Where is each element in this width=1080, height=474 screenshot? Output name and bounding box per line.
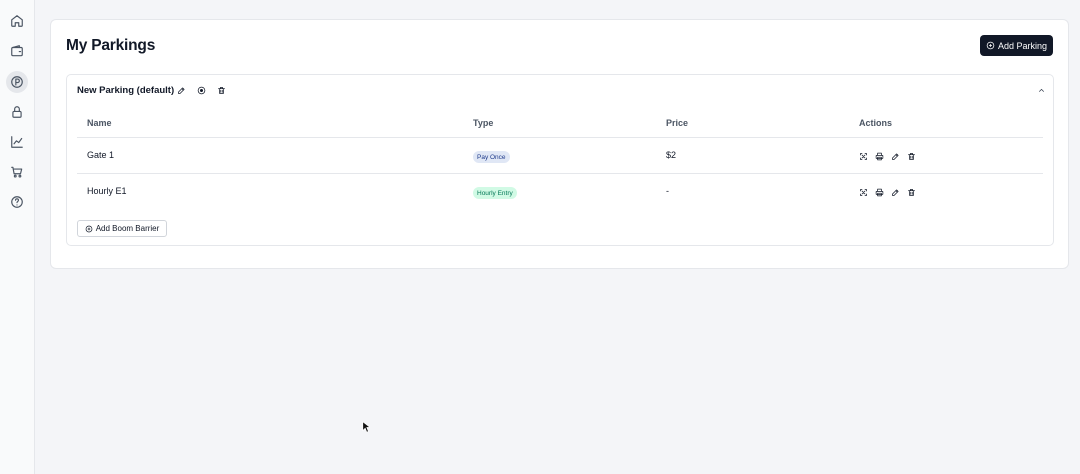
scan-button[interactable] xyxy=(858,187,869,198)
sidebar-item-analytics[interactable] xyxy=(6,131,28,153)
trash-icon xyxy=(908,189,915,196)
add-parking-label: Add Parking xyxy=(997,40,1048,51)
type-badge: Pay Once xyxy=(473,151,510,163)
cart-icon xyxy=(11,166,23,178)
parking-icon xyxy=(11,76,23,88)
parkings-card: My Parkings Add Parking New Parking (def… xyxy=(50,19,1069,269)
scan-icon xyxy=(860,153,867,160)
delete-parking-button[interactable] xyxy=(215,84,227,96)
edit-icon xyxy=(177,87,184,94)
scan-button[interactable] xyxy=(858,151,869,162)
add-parking-button[interactable]: Add Parking xyxy=(980,35,1053,56)
sidebar xyxy=(0,0,35,474)
row-price: $2 xyxy=(666,150,677,160)
print-icon xyxy=(875,188,884,197)
home-icon xyxy=(11,15,23,27)
edit-button[interactable] xyxy=(890,187,901,198)
trash-icon xyxy=(217,86,225,94)
parking-name: New Parking (default) xyxy=(77,85,175,96)
edit-icon xyxy=(892,189,899,196)
column-header-actions: Actions xyxy=(859,118,893,128)
mouse-cursor-icon xyxy=(362,421,370,433)
sidebar-item-lock[interactable] xyxy=(6,101,28,123)
plus-circle-icon xyxy=(986,41,995,50)
trash-icon xyxy=(908,153,915,160)
target-icon xyxy=(197,86,205,94)
type-badge: Hourly Entry xyxy=(473,187,517,199)
sidebar-item-cart[interactable] xyxy=(6,161,28,183)
row-name: Gate 1 xyxy=(87,150,115,160)
row-price: - xyxy=(666,186,669,196)
sidebar-item-parking[interactable] xyxy=(6,71,28,93)
print-button[interactable] xyxy=(874,187,885,198)
divider xyxy=(77,137,1043,138)
add-boom-barrier-button[interactable]: Add Boom Barrier xyxy=(77,220,167,237)
row-name: Hourly E1 xyxy=(87,186,127,196)
wallet-icon xyxy=(11,45,23,57)
delete-button[interactable] xyxy=(906,187,917,198)
column-header-price: Price xyxy=(666,118,689,128)
page-title: My Parkings xyxy=(66,37,156,54)
print-button[interactable] xyxy=(874,151,885,162)
sidebar-item-help[interactable] xyxy=(6,191,28,213)
chart-icon xyxy=(11,136,23,148)
divider xyxy=(77,173,1043,174)
add-boom-barrier-label: Add Boom Barrier xyxy=(95,224,160,233)
print-icon xyxy=(875,152,884,161)
column-header-name: Name xyxy=(87,118,112,128)
collapse-button[interactable] xyxy=(1035,84,1047,96)
scan-icon xyxy=(860,189,867,196)
lock-icon xyxy=(12,106,22,118)
help-icon xyxy=(11,196,23,208)
delete-button[interactable] xyxy=(906,151,917,162)
column-header-type: Type xyxy=(473,118,494,128)
chevron-up-icon xyxy=(1038,88,1044,92)
sidebar-item-wallet[interactable] xyxy=(6,40,28,62)
sidebar-item-home[interactable] xyxy=(6,10,28,32)
edit-button[interactable] xyxy=(890,151,901,162)
set-default-button[interactable] xyxy=(195,84,207,96)
parking-panel: New Parking (default) Name Type Price Ac… xyxy=(66,74,1054,246)
plus-circle-icon xyxy=(85,225,93,232)
edit-icon xyxy=(892,153,899,160)
edit-parking-button[interactable] xyxy=(175,84,187,96)
